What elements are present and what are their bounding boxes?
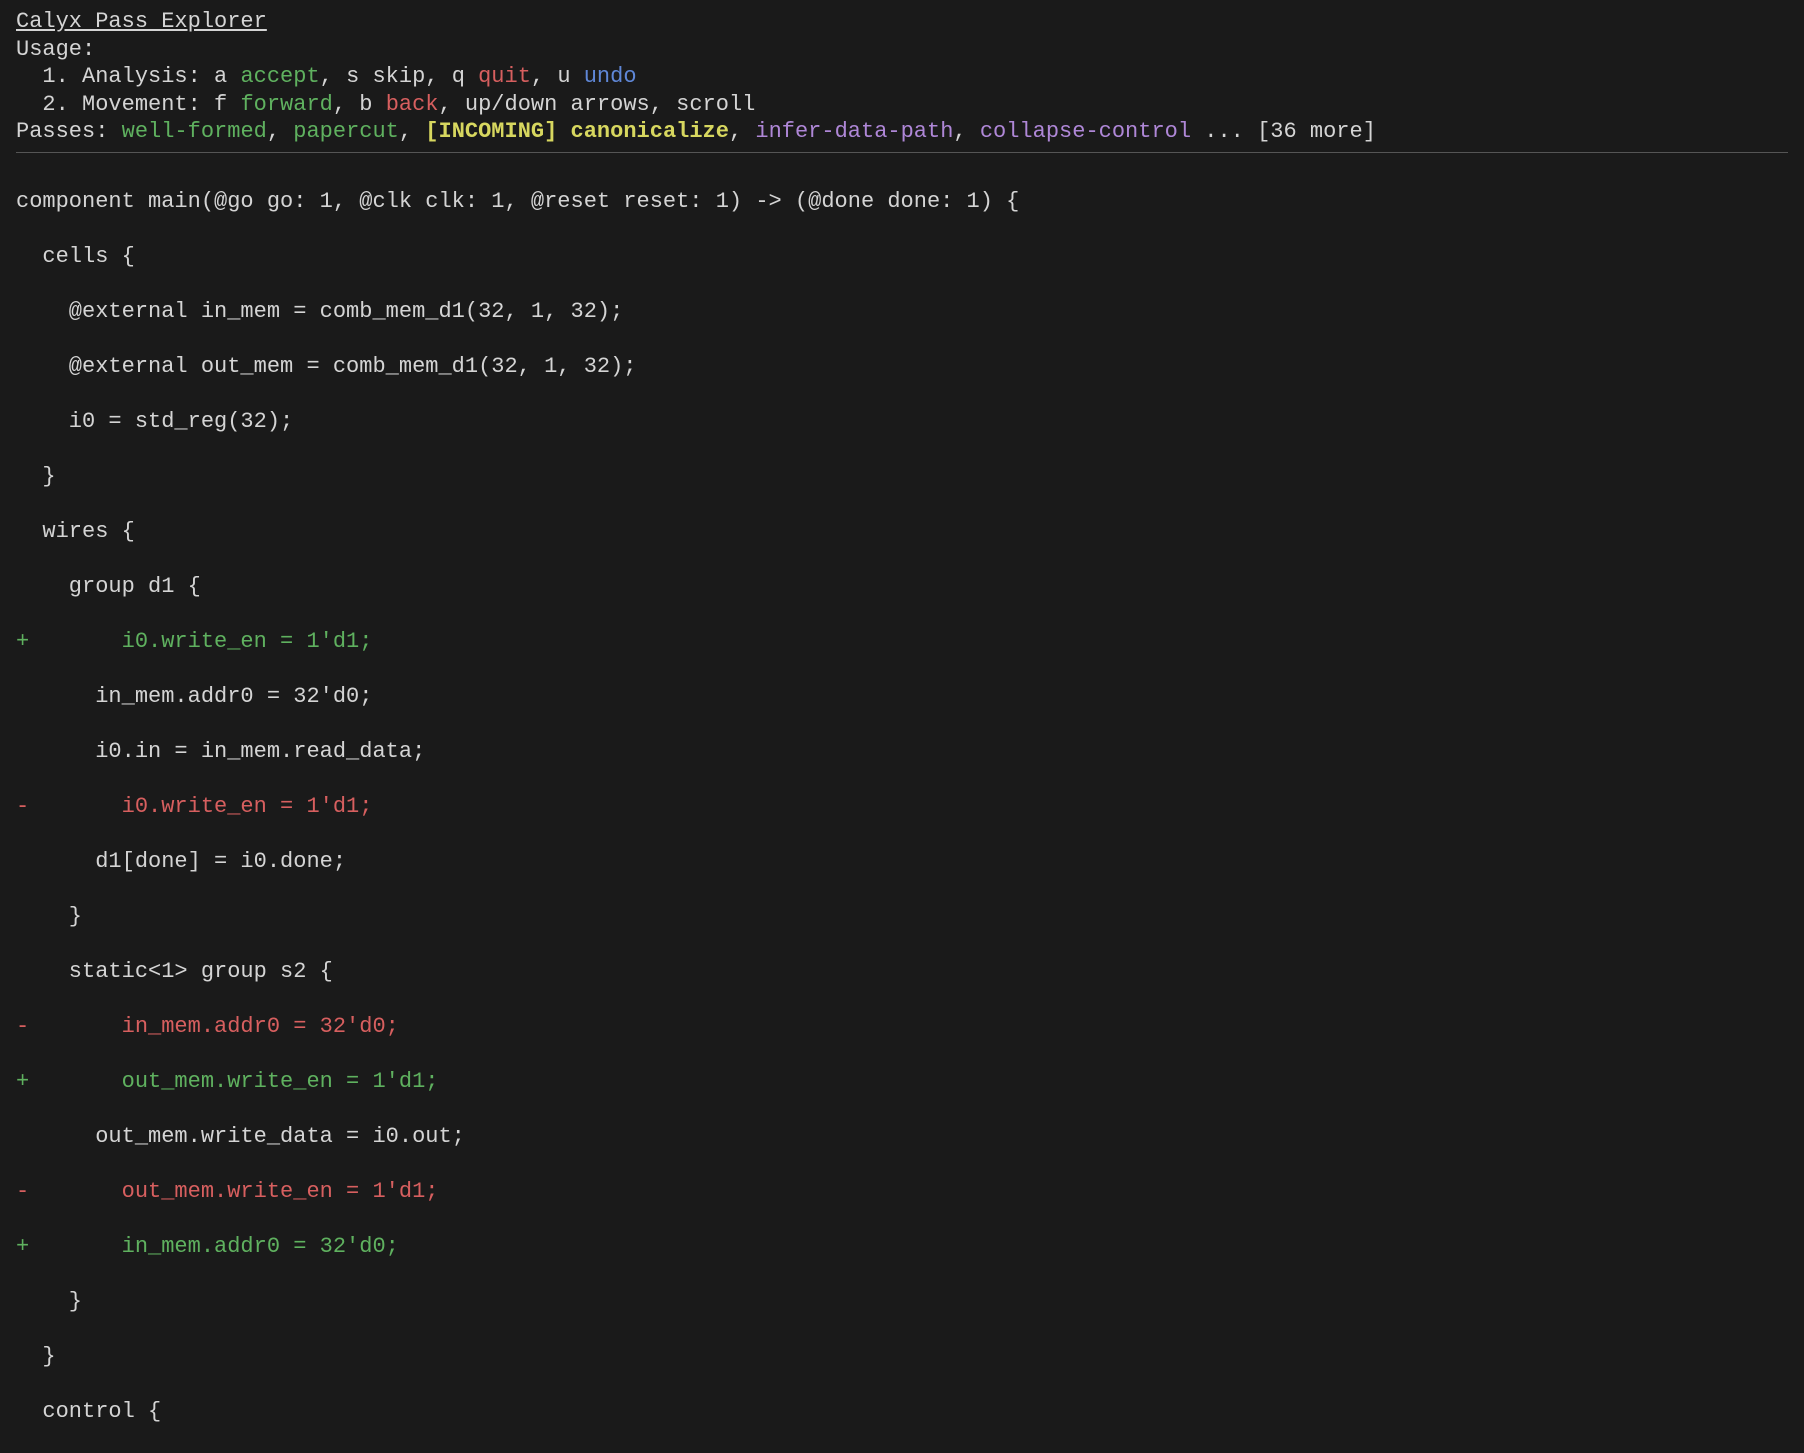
code-line: wires { (16, 518, 1788, 546)
code-line: i0.in = in_mem.read_data; (16, 738, 1788, 766)
diff-add-line: + in_mem.addr0 = 32'd0; (16, 1233, 1788, 1261)
key-f[interactable]: f (214, 92, 227, 117)
separator (16, 152, 1788, 153)
code-line: } (16, 463, 1788, 491)
key-a[interactable]: a (214, 64, 227, 89)
movement-rest: , up/down arrows, scroll (439, 92, 756, 117)
analysis-prefix: 1. Analysis: (16, 64, 214, 89)
key-u[interactable]: u (557, 64, 570, 89)
key-q[interactable]: q (452, 64, 465, 89)
pass-collapse-control: collapse-control (980, 119, 1191, 144)
app-title: Calyx Pass Explorer (16, 8, 1788, 36)
diff-del-line: - i0.write_en = 1'd1; (16, 793, 1788, 821)
code-line: group d1 { (16, 573, 1788, 601)
cmd-back: back (386, 92, 439, 117)
code-line: } (16, 903, 1788, 931)
cmd-forward: forward (240, 92, 332, 117)
pass-well-formed: well-formed (122, 119, 267, 144)
code-line: d1[done] = i0.done; (16, 848, 1788, 876)
code-line: } (16, 1288, 1788, 1316)
passes-label: Passes: (16, 119, 122, 144)
header: Calyx Pass Explorer Usage: 1. Analysis: … (16, 8, 1788, 146)
movement-prefix: 2. Movement: (16, 92, 214, 117)
code-line: i0 = std_reg(32); (16, 408, 1788, 436)
code-line: out_mem.write_data = i0.out; (16, 1123, 1788, 1151)
code-line: @external in_mem = comb_mem_d1(32, 1, 32… (16, 298, 1788, 326)
cmd-undo: undo (584, 64, 637, 89)
passes-line: Passes: well-formed, papercut, [INCOMING… (16, 118, 1788, 146)
diff-del-line: - out_mem.write_en = 1'd1; (16, 1178, 1788, 1206)
pass-incoming-tag: [INCOMING] (425, 119, 557, 144)
passes-ellipsis: ... (1191, 119, 1257, 144)
cmd-skip: skip (372, 64, 425, 89)
code-line: cells { (16, 243, 1788, 271)
key-s[interactable]: s (346, 64, 359, 89)
pass-infer-data-path: infer-data-path (755, 119, 953, 144)
code-line: } (16, 1343, 1788, 1371)
code-line: @external out_mem = comb_mem_d1(32, 1, 3… (16, 353, 1788, 381)
passes-more: [36 more] (1257, 119, 1376, 144)
pass-papercut: papercut (293, 119, 399, 144)
usage-movement: 2. Movement: f forward, b back, up/down … (16, 91, 1788, 119)
usage-label: Usage: (16, 36, 1788, 64)
code-line: component main(@go go: 1, @clk clk: 1, @… (16, 188, 1788, 216)
diff-del-line: - in_mem.addr0 = 32'd0; (16, 1013, 1788, 1041)
code-line: static<1> group s2 { (16, 958, 1788, 986)
pass-incoming-name: canonicalize (571, 119, 729, 144)
code-line: control { (16, 1398, 1788, 1426)
code-line: in_mem.addr0 = 32'd0; (16, 683, 1788, 711)
usage-analysis: 1. Analysis: a accept, s skip, q quit, u… (16, 63, 1788, 91)
cmd-quit: quit (478, 64, 531, 89)
code-view[interactable]: component main(@go go: 1, @clk clk: 1, @… (16, 161, 1788, 1453)
diff-add-line: + out_mem.write_en = 1'd1; (16, 1068, 1788, 1096)
diff-add-line: + i0.write_en = 1'd1; (16, 628, 1788, 656)
key-b[interactable]: b (359, 92, 372, 117)
cmd-accept: accept (240, 64, 319, 89)
